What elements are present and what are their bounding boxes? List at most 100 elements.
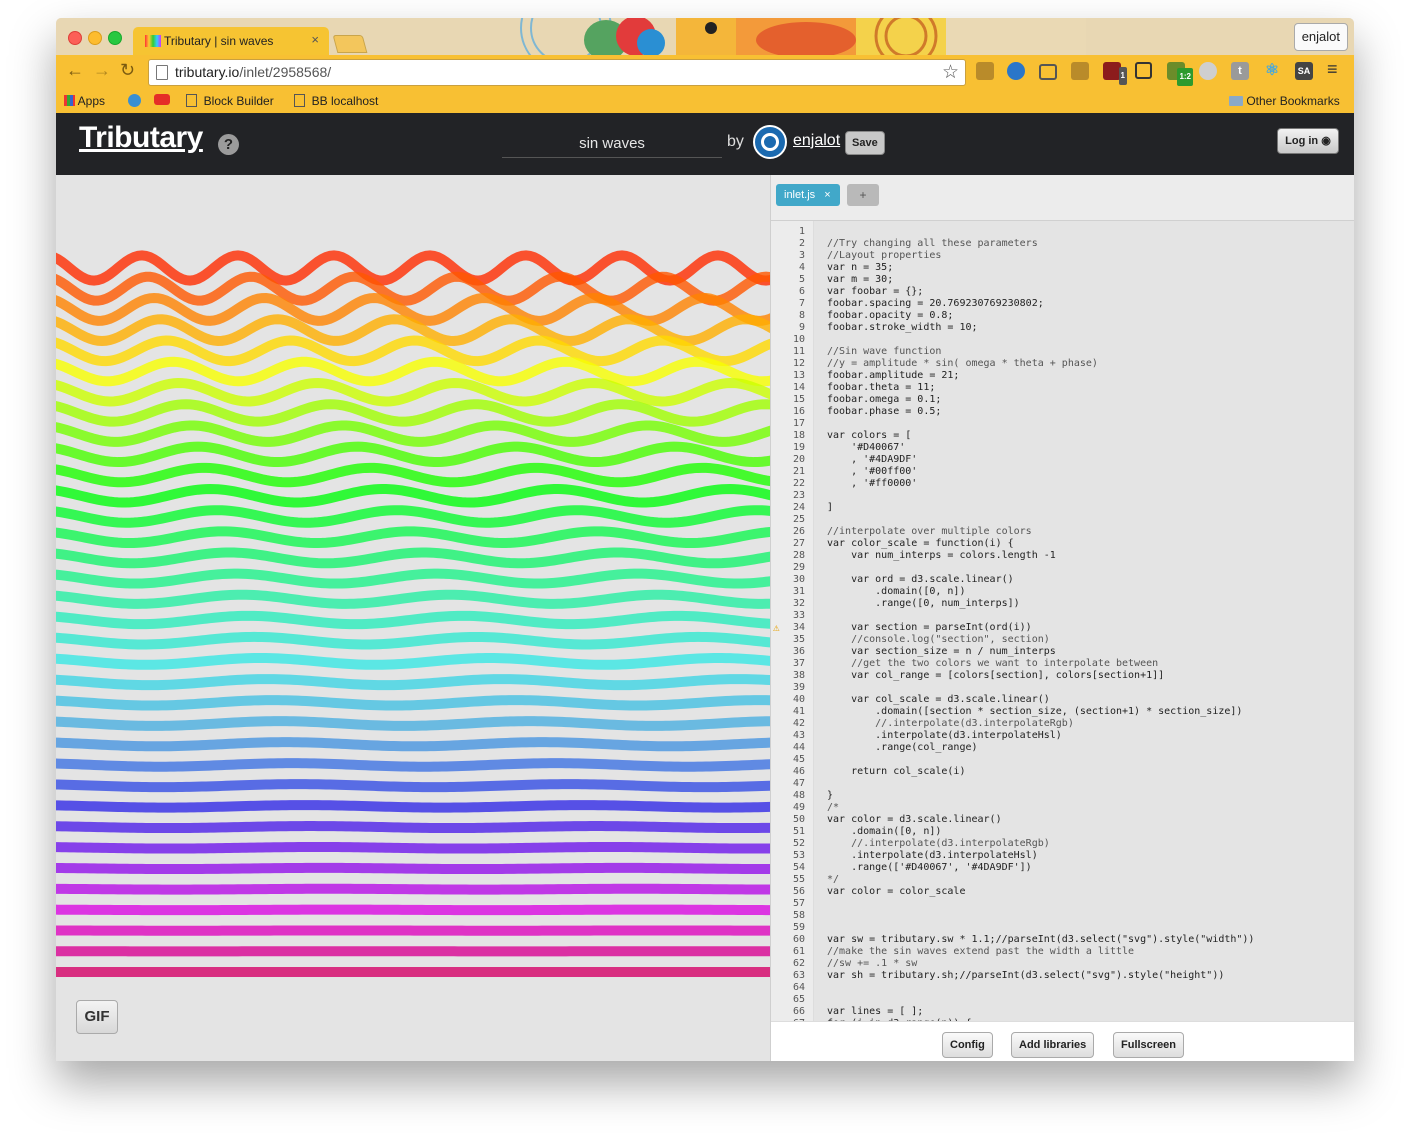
code-line: var sw = tributary.sw * 1.1;//parseInt(d… [827,934,1255,945]
config-button[interactable]: Config [942,1032,993,1058]
copy-extension-icon[interactable] [1135,62,1152,79]
code-line: .domain([0, n]) [827,586,966,597]
code-editor[interactable]: 1 2 //Try changing all these parameters 3 //… [771,221,1354,1021]
tumblr-icon[interactable]: t [1231,62,1249,80]
bookmark-block-builder[interactable]: Block Builder [186,94,274,108]
line-number: 32 [792,598,805,609]
sin-wave-line [56,399,770,427]
other-bookmarks-label: Other Bookmarks [1246,94,1340,108]
tab-close-icon[interactable]: × [311,32,319,47]
tributary-logo[interactable]: Tributary [79,121,203,155]
inlet-title-input[interactable]: sin waves [502,131,722,158]
sa-extension-icon[interactable]: SA [1295,62,1313,80]
sin-wave-line [56,779,770,793]
timer-extension-icon[interactable]: 1:2 [1167,62,1193,86]
sin-wave-line [56,378,770,407]
sin-wave-line [56,420,770,447]
line-number: 38 [792,670,805,681]
line-number: 3 [798,250,805,261]
line-number: 21 [792,466,805,477]
code-line: var col_scale = d3.scale.linear() [827,694,1050,705]
code-line: //sw += .1 * sw [827,958,918,969]
line-number: 58 [792,910,805,921]
refresh-extension-icon[interactable] [1199,62,1217,80]
line-number: 63 [792,970,805,981]
line-number: 37 [792,658,805,669]
code-line: foobar.phase = 0.5; [827,406,942,417]
page-icon [186,94,197,107]
bookmark-globe[interactable] [128,94,141,110]
sin-wave-line [56,695,770,711]
react-devtools-icon[interactable]: ⚛ [1263,62,1281,80]
ublock-icon[interactable]: 1 [1103,62,1127,85]
bookmark-star-icon[interactable]: ☆ [942,61,959,84]
line-number: 52 [792,838,805,849]
code-line: //.interpolate(d3.interpolateRgb) [827,718,1074,729]
forward-icon[interactable]: → [93,60,111,81]
code-line: var foobar = {}; [827,286,924,297]
line-number: 56 [792,886,805,897]
sin-wave-line [56,904,770,916]
code-line: .range(['#D40067', '#4DA9DF']) [827,862,1032,873]
code-line: //make the sin waves extend past the wid… [827,946,1135,957]
profile-button[interactable]: enjalot [1293,23,1348,51]
menu-icon[interactable]: ≡ [1327,59,1338,80]
login-button[interactable]: Log in ◉ [1277,128,1339,154]
line-number: 23 [792,490,805,501]
reload-icon[interactable]: ↻ [120,60,135,81]
username-link[interactable]: enjalot [793,132,840,150]
line-number: 22 [792,478,805,489]
add-libraries-button[interactable]: Add libraries [1011,1032,1095,1058]
line-number: 25 [792,514,805,525]
url-path: /inlet/2958568/ [239,64,332,80]
other-bookmarks[interactable]: Other Bookmarks [1229,94,1340,108]
address-bar[interactable]: tributary.io/inlet/2958568/ ☆ [148,59,966,86]
cast-icon[interactable] [1039,64,1057,80]
code-line: foobar.spacing = 20.769230769230802; [827,298,1044,309]
layers-extension-icon[interactable] [1071,62,1089,80]
page-icon [156,65,168,80]
minimize-window-button[interactable] [88,31,102,45]
line-number: 8 [798,310,805,321]
maximize-window-button[interactable] [108,31,122,45]
line-number: 41 [792,706,805,717]
new-tab-button[interactable] [332,35,368,53]
line-number: 57 [792,898,805,909]
line-number: 27 [792,538,805,549]
bookmark-youtube[interactable] [154,94,170,108]
close-window-button[interactable] [68,31,82,45]
bookmark-bb-localhost-label: BB localhost [311,94,379,108]
file-tabs: inlet.js × + [771,175,1354,221]
back-icon[interactable]: ← [66,60,84,81]
help-icon[interactable]: ? [218,134,239,155]
line-number: 15 [792,394,805,405]
browser-tab-active[interactable]: Tributary | sin waves × [133,27,329,55]
url-text: tributary.io/inlet/2958568/ [175,64,331,80]
bookmark-apps[interactable]: Apps [64,94,105,108]
sin-wave-line [56,462,770,488]
bookmark-apps-label: Apps [77,94,106,108]
line-number: 12 [792,358,805,369]
stack-extension-icon[interactable] [976,62,994,80]
line-number: 51 [792,826,805,837]
sin-wave-line [56,674,770,691]
add-file-button[interactable]: + [847,184,879,206]
code-line: foobar.opacity = 0.8; [827,310,954,321]
gif-button[interactable]: GIF [76,1000,118,1034]
sin-wave-line [56,631,770,650]
bookmarks-bar: Apps Block Builder BB localhost Other Bo… [56,89,1354,114]
bookmark-bb-localhost[interactable]: BB localhost [294,94,378,108]
code-line: /* [827,802,840,813]
line-number: 10 [792,334,805,345]
line-number: 18 [792,430,805,441]
fullscreen-button[interactable]: Fullscreen [1113,1032,1185,1058]
file-tab-inlet-js[interactable]: inlet.js × [776,184,840,206]
tributary-header: Tributary ? sin waves by enjalot Save Lo… [56,113,1354,175]
shield-extension-icon[interactable] [1007,62,1025,80]
file-tab-close-icon[interactable]: × [824,189,830,201]
sin-waves-canvas [56,250,770,977]
save-button[interactable]: Save [845,131,885,155]
sin-wave-line [56,716,770,731]
youtube-icon [154,94,170,105]
warning-icon: ⚠ [773,621,780,634]
